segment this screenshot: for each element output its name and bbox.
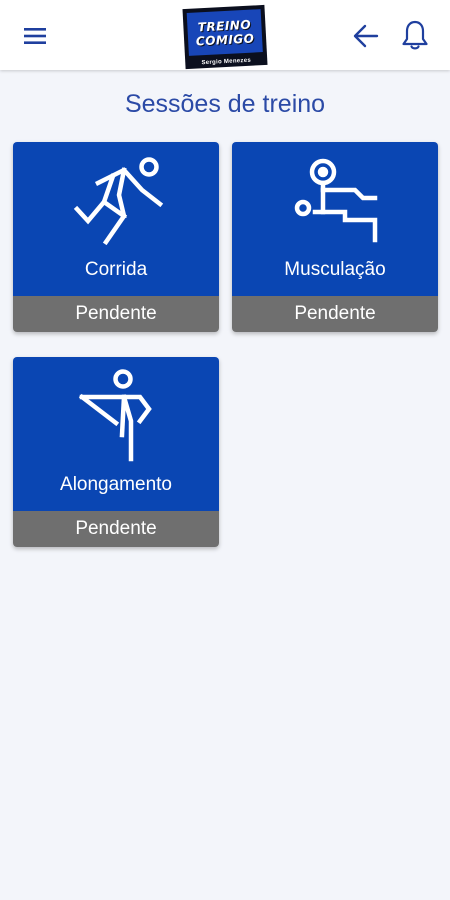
notifications-button[interactable] (400, 18, 430, 52)
hamburger-menu-icon (24, 28, 46, 44)
running-person-icon (73, 157, 164, 246)
session-card-alongamento[interactable]: Alongamento Pendente (13, 357, 219, 547)
menu-button[interactable] (21, 22, 49, 50)
status-badge: Pendente (13, 296, 219, 332)
logo-subtitle: Sergio Menezes (201, 57, 252, 67)
stretching-person-icon (78, 369, 152, 462)
card-label: Musculação (284, 259, 386, 280)
session-card-musculacao[interactable]: Musculação Pendente (232, 142, 438, 332)
status-badge: Pendente (13, 511, 219, 547)
card-label: Alongamento (60, 474, 172, 495)
top-app-bar: TREINO COMIGO Sergio Menezes (0, 0, 450, 70)
status-badge: Pendente (232, 296, 438, 332)
back-button[interactable] (350, 20, 382, 52)
session-card-corrida[interactable]: Corrida Pendente (13, 142, 219, 332)
app-logo: TREINO COMIGO Sergio Menezes (182, 4, 268, 70)
card-header: Alongamento (13, 357, 219, 511)
logo-line-2: COMIGO (195, 30, 255, 49)
card-header: Corrida (13, 142, 219, 296)
card-header: Musculação (232, 142, 438, 296)
page-title: Sessões de treino (124, 90, 326, 118)
arrow-left-icon (353, 24, 379, 48)
bell-icon (402, 20, 428, 50)
card-label: Corrida (84, 259, 148, 280)
weightlifting-bench-icon (294, 158, 378, 243)
